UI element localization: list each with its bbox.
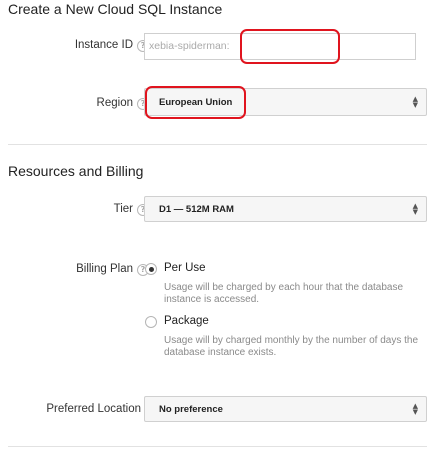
instance-id-prefix: xebia-spiderman: — [149, 40, 230, 52]
highlight-annotation — [240, 29, 340, 64]
radio-selected-dot — [148, 266, 154, 272]
tier-selected-value: D1 — 512M RAM — [159, 204, 234, 215]
select-arrows-icon: ▲ ▼ — [412, 402, 418, 416]
radio-description-package: Usage will by charged monthly by the num… — [164, 335, 419, 358]
region-label: Region — [96, 97, 133, 109]
select-arrows-icon: ▲ ▼ — [412, 202, 418, 216]
instance-id-label: Instance ID — [74, 39, 133, 51]
section-title-resources: Resources and Billing — [8, 163, 144, 179]
radio-label-package[interactable]: Package — [164, 315, 209, 327]
radio-label-per-use[interactable]: Per Use — [164, 262, 206, 274]
radio-package[interactable] — [145, 316, 157, 328]
select-arrows-icon: ▲ ▼ — [412, 95, 418, 109]
section-divider — [8, 446, 427, 447]
radio-description-per-use: Usage will be charged by each hour that … — [164, 282, 404, 305]
section-divider — [8, 144, 427, 145]
page-title: Create a New Cloud SQL Instance — [8, 1, 223, 17]
highlight-annotation — [145, 86, 246, 119]
preferred-location-select[interactable]: No preference ▲ ▼ — [144, 396, 427, 422]
preferred-location-selected-value: No preference — [159, 404, 223, 415]
radio-per-use[interactable] — [145, 263, 157, 275]
tier-label: Tier — [113, 203, 133, 215]
preferred-location-label: Preferred Location — [46, 403, 141, 415]
tier-select[interactable]: D1 — 512M RAM ▲ ▼ — [144, 196, 427, 222]
billing-plan-label: Billing Plan — [76, 263, 133, 275]
